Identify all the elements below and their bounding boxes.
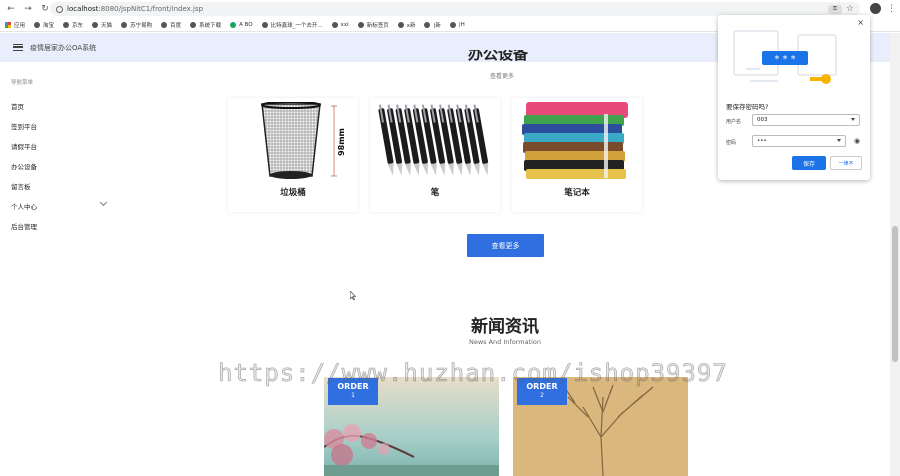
bookmark-item[interactable]: 系统下载 <box>190 21 221 29</box>
hamburger-menu-icon[interactable] <box>13 44 23 51</box>
profile-avatar-icon[interactable] <box>870 3 881 14</box>
trash-bin-image: 98mm <box>236 102 350 182</box>
site-info-icon[interactable] <box>56 5 63 13</box>
bookmark-item[interactable]: 京东 <box>63 21 83 29</box>
sidebar-item-profile[interactable]: 个人中心 <box>11 198 108 211</box>
sidebar-item-equipment[interactable]: 办公设备 <box>11 161 106 171</box>
bookmark-item[interactable]: 百度 <box>161 21 181 29</box>
globe-icon <box>397 21 404 28</box>
save-password-button[interactable]: 保存 <box>792 156 826 170</box>
equipment-card[interactable]: 98mm 垃圾桶 <box>228 98 358 212</box>
site-icon <box>230 21 237 28</box>
svg-text:* * *: * * * <box>774 54 795 65</box>
never-save-button[interactable]: 一律不 <box>830 156 862 170</box>
bookmark-item[interactable]: 天猫 <box>92 21 112 29</box>
globe-icon <box>161 21 168 28</box>
view-more-button[interactable]: 查看更多 <box>467 234 544 257</box>
app-title: 疫情居家办公OA系统 <box>30 43 97 52</box>
watermark-text: https://www.huzhan.com/ishop39397 <box>218 359 728 388</box>
browser-window: ← → ↻ localhost:8080/jspNitC1/front/inde… <box>0 0 900 476</box>
password-key-icon[interactable]: ⚿ <box>827 4 842 14</box>
svg-text:98mm: 98mm <box>337 128 346 156</box>
back-icon[interactable]: ← <box>5 3 17 15</box>
password-illustration: * * * <box>726 21 846 95</box>
show-password-eye-icon[interactable]: ◉ <box>854 137 860 145</box>
pens-image <box>378 102 492 182</box>
bookmark-apps[interactable]: 应用 <box>5 21 25 29</box>
globe-icon <box>424 21 431 28</box>
bookmark-star-icon[interactable]: ☆ <box>846 4 854 14</box>
equipment-card[interactable]: 笔 <box>370 98 500 212</box>
username-label: 用户名 <box>726 119 742 125</box>
sidebar-item-checkin[interactable]: 签到平台 <box>11 121 106 131</box>
sidebar-nav: 导航菜单 首页 签到平台 请假平台 办公设备 留言板 个人中心 后台管理 <box>0 62 120 476</box>
sidebar-item-messages[interactable]: 留言板 <box>11 181 106 191</box>
globe-icon <box>357 21 364 28</box>
bookmark-item[interactable]: 新标签页 <box>357 21 389 29</box>
equipment-caption: 笔 <box>430 188 440 198</box>
chevron-down-icon <box>851 118 855 121</box>
mouse-cursor-icon <box>350 291 356 300</box>
equipment-section-title: 办公设备 <box>468 50 529 62</box>
bookmark-item[interactable]: 淘宝 <box>34 21 54 29</box>
equipment-card[interactable]: 笔记本 <box>512 98 642 212</box>
forward-icon[interactable]: → <box>22 3 34 15</box>
bookmark-item[interactable]: 比特鑫球_一个去开... <box>261 21 323 29</box>
globe-icon <box>331 21 338 28</box>
bookmark-item[interactable]: 苏宁易购 <box>121 21 152 29</box>
save-password-dialog: * * * × 要保存密码吗? 用户名 003 密码 ••• ◉ 保存 一律不 <box>718 15 870 180</box>
bookmark-item[interactable]: |H <box>449 21 465 28</box>
scrollbar-thumb[interactable] <box>892 226 898 362</box>
equipment-caption: 垃圾桶 <box>280 188 306 198</box>
url-text: localhost:8080/jspNitC1/front/index.jsp <box>67 5 204 13</box>
address-bar[interactable]: localhost:8080/jspNitC1/front/index.jsp … <box>50 2 860 16</box>
globe-icon <box>121 21 128 28</box>
globe-icon <box>34 21 41 28</box>
equipment-caption: 笔记本 <box>564 188 590 198</box>
globe-icon <box>449 21 456 28</box>
bookmark-item[interactable]: xxi <box>331 21 349 28</box>
equipment-section-subtitle: 查看更多 <box>490 73 515 80</box>
globe-icon <box>190 21 197 28</box>
apps-grid-icon <box>5 21 11 28</box>
close-icon[interactable]: × <box>857 18 864 27</box>
globe-icon <box>63 21 70 28</box>
bookmark-item[interactable]: |新 <box>424 21 441 29</box>
news-section-subtitle: News And Information <box>468 338 541 346</box>
chevron-down-icon <box>837 139 841 142</box>
password-field[interactable]: ••• <box>752 135 846 147</box>
sidebar-item-home[interactable]: 首页 <box>11 101 106 111</box>
sidebar-item-leave[interactable]: 请假平台 <box>11 141 106 151</box>
notebooks-image <box>520 102 634 182</box>
chevron-down-icon <box>99 198 108 207</box>
password-label: 密码 <box>726 140 737 146</box>
globe-icon <box>261 21 268 28</box>
username-field[interactable]: 003 <box>752 114 860 126</box>
globe-icon <box>92 21 99 28</box>
sidebar-item-admin[interactable]: 后台管理 <box>11 221 106 231</box>
nav-heading: 导航菜单 <box>11 80 34 86</box>
news-section-title: 新闻资讯 <box>471 317 539 337</box>
more-menu-icon[interactable]: ⋮ <box>887 4 896 14</box>
bookmark-item[interactable]: x新 <box>397 21 415 29</box>
bookmark-item[interactable]: A BO <box>230 21 253 28</box>
save-password-question: 要保存密码吗? <box>726 103 769 111</box>
